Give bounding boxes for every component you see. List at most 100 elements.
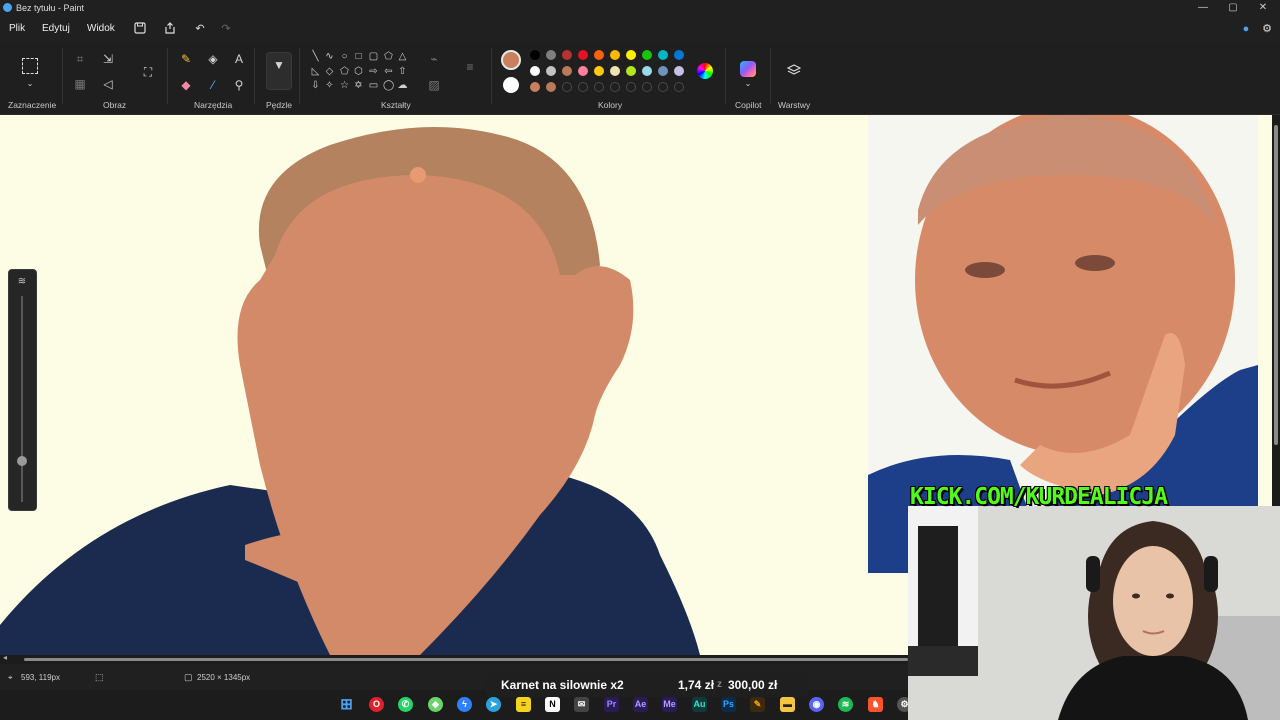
minimize-button[interactable]: — bbox=[1188, 0, 1218, 16]
custom-color-slot[interactable] bbox=[594, 82, 604, 92]
color-swatch[interactable] bbox=[642, 66, 652, 76]
photoshop-icon[interactable]: Ps bbox=[721, 697, 736, 712]
custom-color-slot[interactable] bbox=[626, 82, 636, 92]
resize-icon[interactable]: ⇲ bbox=[100, 51, 116, 67]
color-swatch[interactable] bbox=[562, 50, 572, 60]
five-point-star-shape-icon[interactable]: ☆ bbox=[339, 80, 350, 91]
callout-oval-shape-icon[interactable]: ◯ bbox=[383, 80, 394, 91]
color-swatch[interactable] bbox=[578, 66, 588, 76]
file-explorer-icon[interactable]: ▬ bbox=[780, 697, 795, 712]
eraser-icon[interactable]: ◆ bbox=[178, 77, 194, 93]
fill-style-icon[interactable]: ▨ bbox=[426, 77, 442, 93]
left-arrow-shape-icon[interactable]: ⇦ bbox=[383, 66, 394, 77]
layers-icon[interactable] bbox=[786, 63, 802, 79]
custom-color-slot[interactable] bbox=[562, 82, 572, 92]
text-icon[interactable]: A bbox=[231, 51, 247, 67]
curve-shape-icon[interactable]: ∿ bbox=[324, 51, 335, 62]
discord-icon[interactable]: ◉ bbox=[809, 697, 824, 712]
brushes-button[interactable]: ▼ bbox=[266, 52, 292, 90]
custom-color-slot[interactable] bbox=[610, 82, 620, 92]
maximize-button[interactable]: ▢ bbox=[1218, 0, 1248, 16]
telegram-icon[interactable]: ➤ bbox=[486, 697, 501, 712]
save-icon[interactable] bbox=[133, 22, 147, 36]
rotate-icon[interactable]: ◁ bbox=[100, 76, 116, 92]
color-swatch[interactable] bbox=[594, 50, 604, 60]
magnifier-icon[interactable]: ⚲ bbox=[231, 77, 247, 93]
color-swatch[interactable] bbox=[658, 50, 668, 60]
custom-color-slot[interactable] bbox=[642, 82, 652, 92]
horizontal-scroll-thumb[interactable] bbox=[24, 658, 908, 661]
hexagon-shape-icon[interactable]: ⬡ bbox=[353, 66, 364, 77]
color-swatch[interactable] bbox=[658, 66, 668, 76]
menu-view[interactable]: Widok bbox=[87, 23, 115, 34]
outline-icon[interactable]: ⌁ bbox=[426, 51, 442, 67]
rounded-rectangle-shape-icon[interactable]: ▢ bbox=[368, 51, 379, 62]
scroll-left-icon[interactable]: ◂ bbox=[3, 653, 7, 662]
selection-tool-icon[interactable] bbox=[22, 58, 38, 74]
whatsapp-icon[interactable]: ✆ bbox=[398, 697, 413, 712]
close-button[interactable]: ✕ bbox=[1248, 0, 1278, 16]
line-shape-icon[interactable]: ╲ bbox=[310, 51, 321, 62]
custom-color-slot[interactable] bbox=[578, 82, 588, 92]
account-icon[interactable]: ● bbox=[1239, 22, 1253, 36]
color-swatch[interactable] bbox=[610, 66, 620, 76]
paint-icon[interactable]: ✎ bbox=[750, 697, 765, 712]
secondary-color-swatch[interactable] bbox=[503, 77, 519, 93]
settings-gear-icon[interactable]: ⚙ bbox=[1260, 22, 1274, 36]
copilot-icon[interactable] bbox=[740, 61, 756, 77]
audition-icon[interactable]: Au bbox=[692, 697, 707, 712]
color-swatch[interactable] bbox=[546, 50, 556, 60]
menu-edit[interactable]: Edytuj bbox=[42, 23, 70, 34]
color-swatch[interactable] bbox=[530, 82, 540, 92]
notion-icon[interactable]: N bbox=[545, 697, 560, 712]
after-effects-icon[interactable]: Ae bbox=[633, 697, 648, 712]
color-swatch[interactable] bbox=[626, 50, 636, 60]
opera-icon[interactable]: O bbox=[369, 697, 384, 712]
color-swatch[interactable] bbox=[578, 50, 588, 60]
crop-icon[interactable]: ⌗ bbox=[72, 51, 88, 67]
chevron-down-icon[interactable]: ⌄ bbox=[740, 76, 756, 92]
primary-color-swatch[interactable] bbox=[501, 50, 521, 70]
down-arrow-shape-icon[interactable]: ⇩ bbox=[310, 80, 321, 91]
color-swatch[interactable] bbox=[546, 82, 556, 92]
spotify-icon[interactable]: ≋ bbox=[838, 697, 853, 712]
six-point-star-shape-icon[interactable]: ✡ bbox=[353, 80, 364, 91]
menu-file[interactable]: Plik bbox=[9, 23, 25, 34]
redo-icon[interactable]: ↷ bbox=[219, 22, 233, 36]
undo-icon[interactable]: ↶ bbox=[193, 22, 207, 36]
callout-rect-shape-icon[interactable]: ▭ bbox=[368, 80, 379, 91]
polygon-shape-icon[interactable]: ⬠ bbox=[383, 51, 394, 62]
right-arrow-shape-icon[interactable]: ⇨ bbox=[368, 66, 379, 77]
custom-color-slot[interactable] bbox=[658, 82, 668, 92]
fill-icon[interactable]: ◈ bbox=[205, 51, 221, 67]
horizontal-scrollbar[interactable]: ◂ bbox=[0, 653, 908, 664]
color-swatch[interactable] bbox=[594, 66, 604, 76]
four-point-star-shape-icon[interactable]: ✧ bbox=[324, 80, 335, 91]
media-encoder-icon[interactable]: Me bbox=[662, 697, 677, 712]
mail-icon[interactable]: ✉ bbox=[574, 697, 589, 712]
share-icon[interactable] bbox=[163, 22, 177, 36]
brush-size-slider-knob[interactable] bbox=[17, 456, 27, 466]
right-triangle-shape-icon[interactable]: ◺ bbox=[310, 66, 321, 77]
triangle-shape-icon[interactable]: △ bbox=[397, 51, 408, 62]
windows-start-icon[interactable]: ⊞ bbox=[339, 697, 354, 712]
color-swatch[interactable] bbox=[642, 50, 652, 60]
shape-size-icon[interactable]: ≡ bbox=[462, 59, 478, 75]
image-select-icon[interactable]: ⛶ bbox=[140, 64, 156, 80]
color-swatch[interactable] bbox=[674, 50, 684, 60]
color-swatch[interactable] bbox=[530, 66, 540, 76]
color-swatch[interactable] bbox=[546, 66, 556, 76]
custom-color-slot[interactable] bbox=[674, 82, 684, 92]
remove-background-icon[interactable]: ▦ bbox=[72, 76, 88, 92]
pentagon-shape-icon[interactable]: ⬠ bbox=[339, 66, 350, 77]
color-swatch[interactable] bbox=[530, 50, 540, 60]
pencil-icon[interactable]: ✎ bbox=[178, 51, 194, 67]
callout-cloud-shape-icon[interactable]: ☁ bbox=[397, 80, 408, 91]
messenger-icon[interactable]: ϟ bbox=[457, 697, 472, 712]
color-swatch[interactable] bbox=[562, 66, 572, 76]
edit-colors-icon[interactable] bbox=[697, 63, 713, 79]
color-swatch[interactable] bbox=[674, 66, 684, 76]
notes-icon[interactable]: ≡ bbox=[516, 697, 531, 712]
oval-shape-icon[interactable]: ○ bbox=[339, 51, 350, 62]
rectangle-shape-icon[interactable]: □ bbox=[353, 51, 364, 62]
